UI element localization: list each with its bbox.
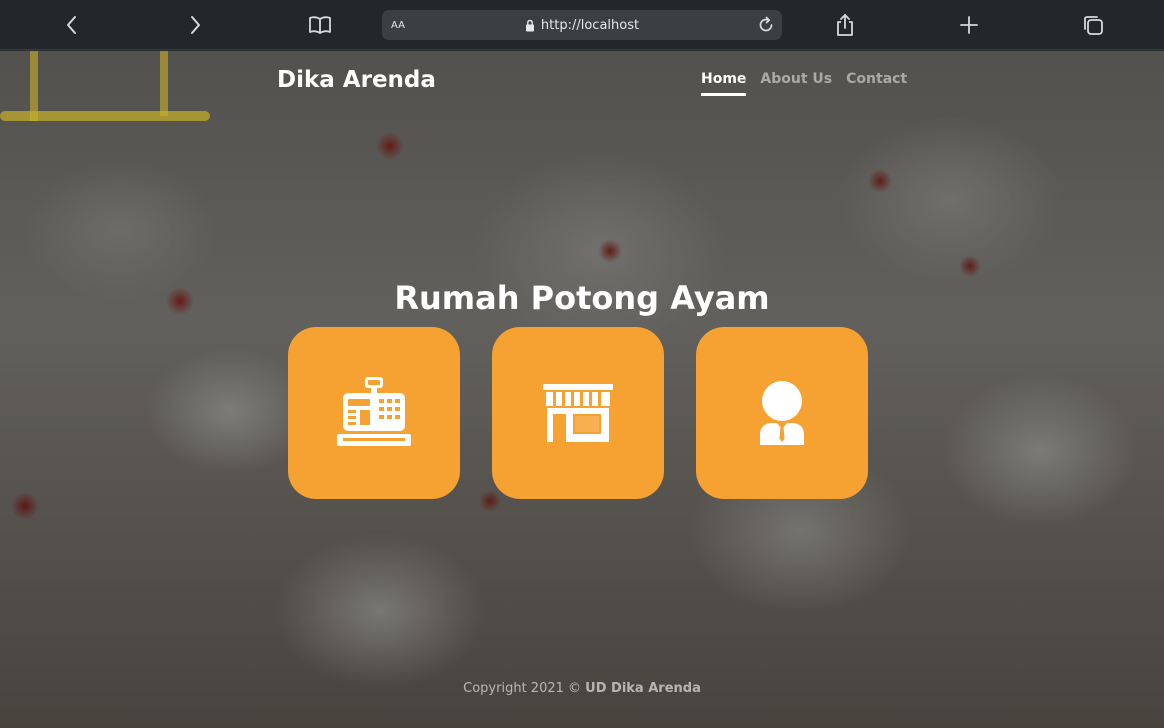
nav-contact[interactable]: Contact [846, 71, 907, 96]
back-button[interactable] [56, 9, 88, 41]
shop-icon [543, 384, 613, 442]
new-tab-button[interactable] [953, 9, 985, 41]
nav-about-us[interactable]: About Us [760, 71, 832, 96]
footer: Copyright 2021 © UD Dika Arenda [0, 681, 1164, 696]
lock-icon [525, 19, 534, 31]
cash-register-icon [337, 377, 411, 446]
forward-icon [191, 16, 200, 34]
nav-home[interactable]: Home [701, 71, 747, 96]
main-nav: Home About Us Contact [701, 71, 907, 96]
url-text: http://localhost [540, 17, 640, 33]
address-bar[interactable]: AA http://localhost [382, 10, 782, 40]
forward-button[interactable] [179, 9, 211, 41]
user-tile[interactable] [696, 327, 868, 499]
reload-button[interactable] [756, 15, 776, 35]
text-size-button[interactable]: AA [391, 17, 405, 33]
tabs-icon [1084, 16, 1103, 35]
text-size-label: AA [391, 20, 405, 31]
user-icon [760, 381, 804, 445]
share-button[interactable] [829, 9, 861, 41]
reader-icon [309, 16, 331, 34]
tabs-button[interactable] [1077, 9, 1109, 41]
company-name: UD Dika Arenda [585, 681, 701, 696]
brand-logo[interactable]: Dika Arenda [277, 67, 436, 93]
copyright-text: Copyright 2021 © [463, 681, 582, 696]
share-icon [837, 14, 853, 36]
reader-button[interactable] [304, 9, 336, 41]
browser-toolbar: AA http://localhost [0, 0, 1164, 50]
cash-register-tile[interactable] [288, 327, 460, 499]
new-tab-icon [960, 16, 978, 34]
shop-tile[interactable] [492, 327, 664, 499]
hero-title: Rumah Potong Ayam [394, 279, 770, 317]
reload-icon [759, 16, 773, 32]
web-page: Dika Arenda Home About Us Contact Rumah … [0, 51, 1164, 728]
back-icon [67, 16, 76, 34]
